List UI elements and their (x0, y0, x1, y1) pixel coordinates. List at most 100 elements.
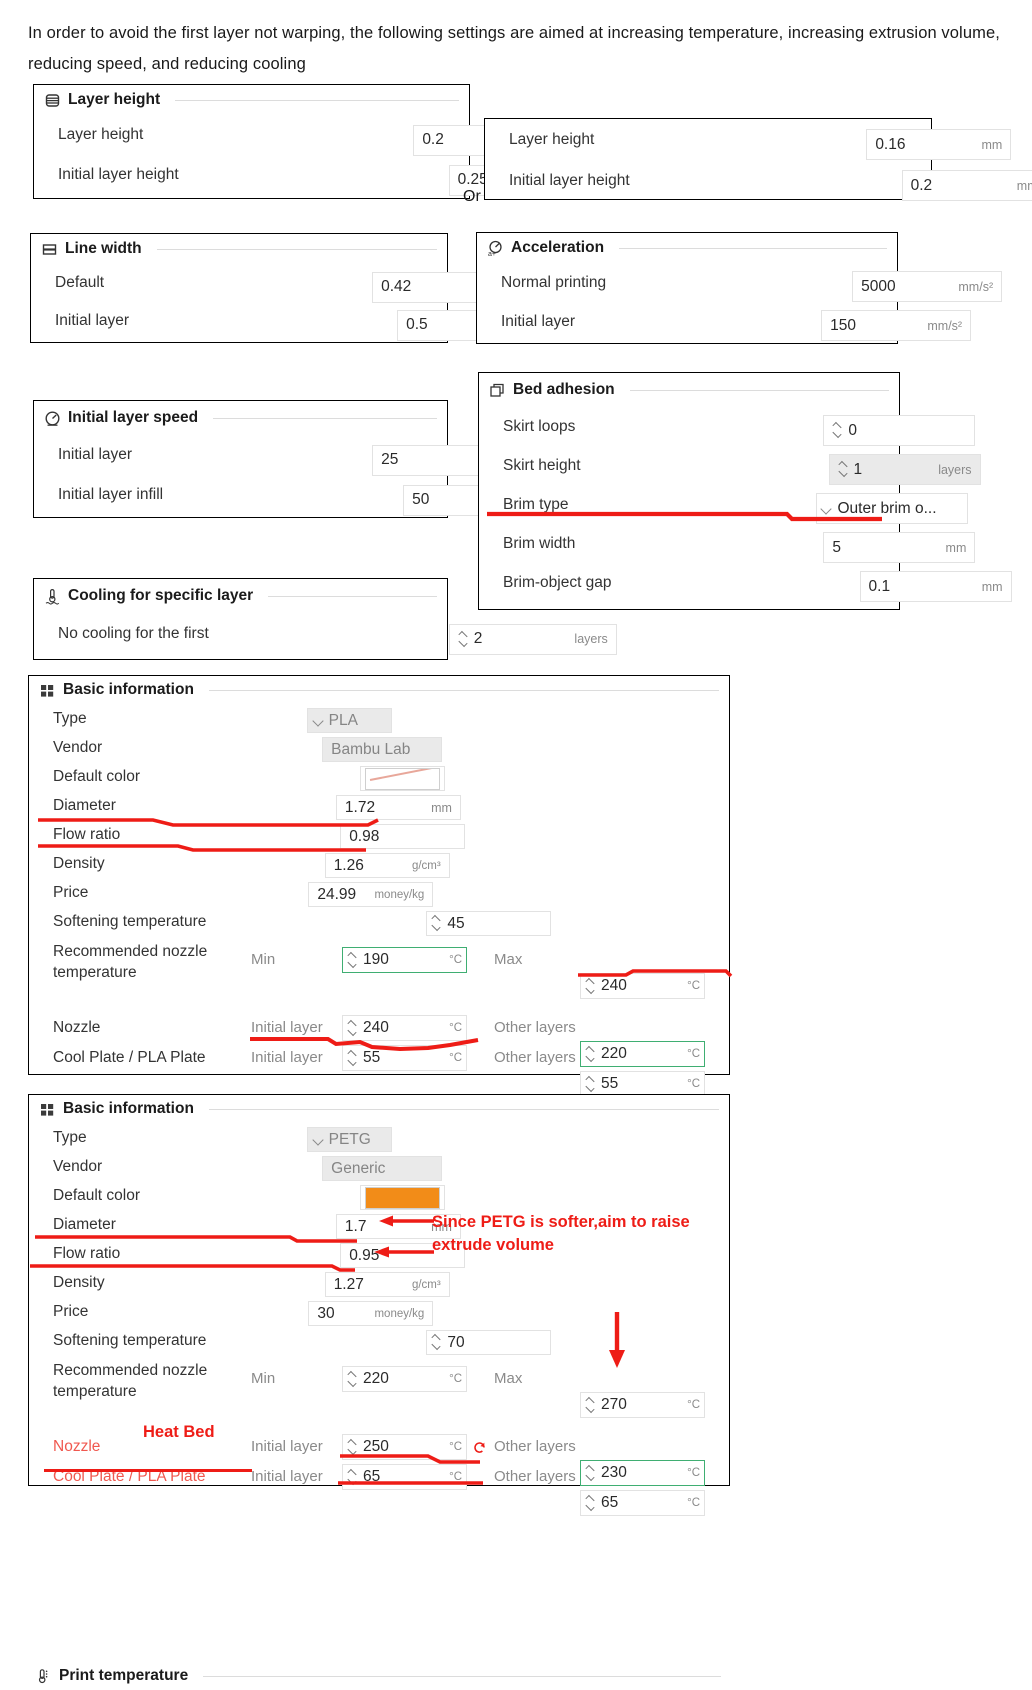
row-flow-ratio: Flow ratio 0.95 (29, 1239, 729, 1268)
annotation-heat-bed-label: Heat Bed (143, 1423, 215, 1441)
type-dropdown[interactable]: PETG (306, 1127, 392, 1152)
other-layers-label: Other layers (494, 1468, 576, 1485)
field-value: 150 (830, 316, 856, 334)
field-value: 0.42 (381, 278, 412, 295)
panel-line-width: Line width Default 0.42 mm Initial layer… (30, 233, 543, 343)
normal-printing-accel-input[interactable]: 5000 mm/s² (852, 271, 1003, 302)
header-rule (208, 1108, 719, 1110)
spinner-icon[interactable] (832, 421, 843, 440)
row-label: Normal printing (501, 273, 607, 291)
line-width-icon (41, 241, 58, 258)
cool-plate-other-layers-temp-input[interactable]: 65 °C (580, 1490, 705, 1516)
bed-adhesion-icon (489, 382, 506, 399)
cool-plate-initial-layer-temp-input[interactable]: 65 °C (342, 1464, 467, 1490)
initial-layer-height-input[interactable]: 0.2 mm (901, 170, 1032, 201)
brim-object-gap-input[interactable]: 0.1 mm (859, 571, 1012, 602)
panel-title: Initial layer speed (68, 409, 199, 426)
cool-plate-initial-layer-temp-input[interactable]: 55 °C (342, 1045, 467, 1071)
color-swatch[interactable] (365, 767, 441, 790)
max-label: Max (494, 1370, 523, 1387)
panel-basic-information-petg: Basic information Type PETG Vendor Gener… (28, 1094, 731, 1684)
skirt-height-input[interactable]: 1 layers (828, 454, 981, 485)
recommended-min-temp-input[interactable]: 190 °C (342, 947, 467, 973)
row-label: No cooling for the first (58, 625, 209, 642)
default-color-button[interactable] (360, 1185, 446, 1210)
no-cooling-layers-input[interactable]: 2 layers (448, 623, 617, 655)
diameter-input[interactable]: 1.72 mm (335, 795, 461, 820)
brim-width-input[interactable]: 5 mm (823, 532, 976, 563)
field-value: 0.98 (349, 827, 380, 845)
panel-title: Bed adhesion (513, 381, 615, 398)
spinner-icon[interactable] (458, 630, 469, 649)
vendor-input[interactable]: Bambu Lab (322, 737, 443, 762)
softening-temperature-input[interactable]: 45 (426, 911, 552, 936)
spinner-icon[interactable] (347, 1438, 358, 1457)
spinner-icon[interactable] (347, 1468, 358, 1487)
row-softening-temperature: Softening temperature 70 (29, 1326, 729, 1355)
field-value: PLA (328, 711, 358, 729)
panel-title: Line width (65, 240, 142, 257)
row-initial-layer: Initial layer 150 mm/s² (477, 302, 972, 341)
spinner-icon[interactable] (585, 1396, 596, 1415)
header-rule (208, 689, 719, 691)
field-value: 270 (601, 1396, 627, 1413)
vendor-input[interactable]: Generic (322, 1156, 443, 1181)
type-dropdown[interactable]: PLA (306, 708, 392, 733)
header-rule (175, 99, 459, 101)
header-rule (156, 248, 437, 250)
field-unit: mm (981, 579, 1003, 594)
reset-icon[interactable] (472, 1440, 487, 1455)
softening-temperature-input[interactable]: 70 (426, 1330, 552, 1355)
field-unit: mm (431, 800, 452, 815)
density-input[interactable]: 1.27 g/cm³ (324, 1272, 450, 1297)
row-label: Nozzle (53, 1019, 101, 1036)
field-value: 55 (363, 1049, 381, 1066)
spinner-icon[interactable] (347, 1049, 358, 1068)
row-vendor: Vendor Bambu Lab (29, 733, 729, 762)
recommended-max-temp-input[interactable]: 270 °C (580, 1392, 705, 1418)
nozzle-initial-layer-temp-input[interactable]: 250 °C (342, 1434, 467, 1460)
spinner-icon[interactable] (347, 951, 358, 970)
brim-type-dropdown[interactable]: Outer brim o... (816, 493, 969, 524)
other-layers-label: Other layers (494, 1438, 576, 1455)
spinner-icon[interactable] (347, 1019, 358, 1038)
row-softening-temperature: Softening temperature 45 (29, 907, 729, 936)
recommended-min-temp-input[interactable]: 220 °C (342, 1366, 467, 1392)
initial-layer-accel-input[interactable]: 150 mm/s² (821, 310, 972, 341)
row-price: Price 30 money/kg (29, 1297, 729, 1326)
panel-header: Cooling for specific layer (34, 579, 447, 613)
nozzle-initial-layer-temp-input[interactable]: 240 °C (342, 1015, 467, 1041)
field-value: 65 (601, 1494, 619, 1511)
spinner-icon[interactable] (585, 1494, 596, 1513)
chevron-down-icon[interactable] (313, 715, 324, 726)
chevron-down-icon[interactable] (821, 503, 832, 514)
row-label: Diameter (53, 796, 116, 814)
recommended-max-temp-input[interactable]: 240 °C (580, 973, 705, 999)
spinner-icon[interactable] (585, 977, 596, 996)
flow-ratio-input[interactable]: 0.98 (340, 824, 466, 849)
spinner-icon[interactable] (838, 460, 849, 479)
default-color-button[interactable] (360, 766, 446, 791)
chevron-down-icon[interactable] (313, 1134, 324, 1145)
field-unit: mm (1016, 178, 1032, 193)
print-temperature-header: Print temperature (29, 1663, 731, 1689)
row-label: Brim width (503, 534, 576, 552)
field-value: Outer brim o... (837, 499, 937, 517)
spinner-icon[interactable] (431, 1333, 442, 1352)
spinner-icon[interactable] (585, 1075, 596, 1094)
row-recommended-nozzle-temperature: Recommended nozzle temperature Min 220 °… (29, 1357, 731, 1418)
field-value: 0.2 (910, 176, 933, 194)
layer-height-input[interactable]: 0.16 mm (866, 129, 1012, 160)
row-label: Initial layer height (58, 166, 179, 183)
row-initial-layer-height: Initial layer height 0.25 mm (34, 155, 594, 196)
panel-header: Basic information (29, 676, 729, 704)
spinner-icon[interactable] (431, 914, 442, 933)
row-initial-layer: Initial layer 0.5 mm (31, 302, 543, 341)
density-input[interactable]: 1.26 g/cm³ (324, 853, 450, 878)
color-swatch[interactable] (365, 1186, 441, 1209)
spinner-icon[interactable] (347, 1370, 358, 1389)
price-input[interactable]: 24.99 money/kg (308, 882, 434, 907)
skirt-loops-input[interactable]: 0 (823, 415, 976, 446)
row-label: Softening temperature (53, 912, 207, 930)
price-input[interactable]: 30 money/kg (308, 1301, 434, 1326)
